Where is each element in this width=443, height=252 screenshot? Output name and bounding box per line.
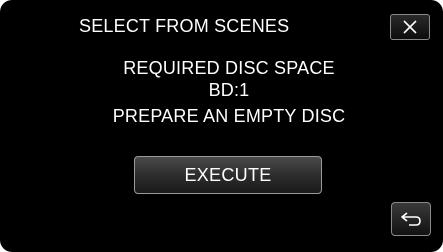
back-button[interactable]: [391, 202, 431, 236]
dialog-screen: SELECT FROM SCENES REQUIRED DISC SPACE B…: [0, 0, 443, 252]
message-disc-count: BD:1: [208, 80, 250, 100]
message-required-space: REQUIRED DISC SPACE: [123, 58, 335, 78]
screen-title: SELECT FROM SCENES: [79, 16, 290, 36]
execute-button[interactable]: EXECUTE: [134, 156, 322, 194]
close-button[interactable]: [390, 14, 430, 40]
message-prepare-disc: PREPARE AN EMPTY DISC: [112, 106, 346, 126]
return-icon: [400, 211, 422, 227]
close-icon: [402, 20, 418, 34]
